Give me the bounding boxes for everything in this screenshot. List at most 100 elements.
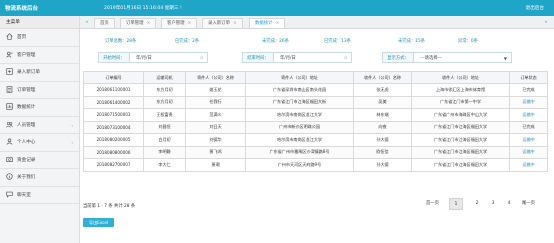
sidebar-item-label: 客户管理 xyxy=(17,52,36,58)
sidebar-item-chat[interactable]: 聊天室 xyxy=(0,187,79,204)
pagination-page-4[interactable]: 4 xyxy=(502,198,516,210)
tab-label: 录入新订单 xyxy=(208,21,230,26)
sidebar-item-label: 资金记录 xyxy=(17,157,36,163)
sender-name-cell: 范满义 xyxy=(185,108,246,122)
receiver-name-cell: 欧伍信 xyxy=(353,145,412,159)
sender-address-cell: 广东省广州市番禺区沙湾镇路8号 xyxy=(245,145,354,159)
sidebar: 主菜单 首页 客户管理 录入新订单 订单管理 数据统计 人员管理 ‹ 个人中心 … xyxy=(0,16,80,243)
sender-address-cell: 哈尔滨市南岗区龙江大学 xyxy=(245,133,354,147)
logout-link[interactable]: 退出后台 xyxy=(526,5,544,11)
sender-name-cell: 刘日天 xyxy=(185,120,246,134)
pagination-page-3[interactable]: 3 xyxy=(486,198,500,210)
tab-close-icon[interactable]: × xyxy=(147,21,151,26)
pagination-first-button[interactable]: 首一页 xyxy=(422,198,443,210)
sender-name-cell: 黄飞鸿 xyxy=(185,145,246,159)
status-cell: 运输中 xyxy=(509,108,548,122)
order-list-icon xyxy=(6,85,13,93)
sender-address-cell: 广州市天河区天府路9号 xyxy=(245,158,354,172)
sidebar-header: 主菜单 xyxy=(0,16,79,29)
order-id-cell: 2018080800006 xyxy=(83,145,144,159)
col-header-status[interactable]: 订单状态 xyxy=(509,71,548,84)
receiver-name-cell: 孙大德 xyxy=(353,133,412,147)
calendar-icon[interactable]: ▫ xyxy=(200,53,203,64)
table-row[interactable]: 2018080800006 李明静 黄飞鸿 广东省广州市番禺区沙湾镇路8号 欧伍… xyxy=(83,145,548,159)
new-order-icon xyxy=(6,68,13,75)
about-icon xyxy=(6,173,13,180)
sidebar-item-home[interactable]: 首页 xyxy=(0,29,79,47)
col-header-order-id[interactable]: 订单编号 xyxy=(83,71,144,84)
tab-customers[interactable]: 客户管理 × xyxy=(161,18,198,28)
sidebar-item-label: 订单管理 xyxy=(17,87,36,93)
sidebar-item-orders[interactable]: 订单管理 xyxy=(0,82,79,99)
col-header-driver[interactable]: 运输司机 xyxy=(143,71,186,84)
tab-scroll-right-button[interactable]: » xyxy=(542,18,550,27)
table-row[interactable]: 2018080200005 白月初 刘德华 哈尔滨市南岗区龙江大学 孙大德 广东… xyxy=(83,133,548,147)
table-row[interactable]: 2018073100004 刘昌恒 刘日天 广州市新沙区明珠公园 向夜 广东省江… xyxy=(83,120,548,134)
pagination-page-1[interactable]: 1 xyxy=(449,198,463,210)
tab-statistics[interactable]: 数据统计 × xyxy=(249,18,286,28)
sidebar-item-new-order[interactable]: 录入新订单 xyxy=(0,64,79,82)
order-id-cell: 2018061100001 xyxy=(83,83,144,97)
order-id-cell: 2018061400002 xyxy=(83,95,144,109)
sidebar-item-profile[interactable]: 个人中心 ‹ xyxy=(0,134,79,152)
tab-close-icon[interactable]: × xyxy=(188,21,192,26)
table-row[interactable]: 2018071500003 王权富贵 范满义 哈尔滨市南岗区龙江大学 林东端 广… xyxy=(83,108,548,122)
orders-table: 订单编号 运输司机 寄件人（公司）名称 寄件人（公司）地址 收件人（公司）名称 … xyxy=(83,71,548,172)
tab-orders[interactable]: 订单管理 × xyxy=(120,18,157,28)
calendar-icon[interactable]: ▫ xyxy=(344,53,347,64)
table-row[interactable]: 2018061100001 东方月初 姚玉花 广东省深圳市南山区南头花园 张无虎… xyxy=(83,83,548,97)
sidebar-item-customers[interactable]: 客户管理 xyxy=(0,47,79,64)
sidebar-item-label: 聊天室 xyxy=(17,192,31,198)
receiver-address-cell: 广东省江门市江海区福田大学 xyxy=(411,133,510,147)
col-header-receiver-name[interactable]: 收件人（公司）名称 xyxy=(353,71,412,84)
table-row[interactable]: 2018082700007 李大仁 萧潮 广州市天河区天府路9号 孙大德 广东省… xyxy=(83,158,548,172)
chevron-left-icon: ‹ xyxy=(71,140,73,145)
sender-address-cell: 广东省江门市江海区福田大街 xyxy=(245,95,354,109)
sidebar-item-label: 人员管理 xyxy=(17,122,36,128)
tab-label: 数据统计 xyxy=(255,21,273,26)
display-mode-label: 显示方式： xyxy=(382,52,414,63)
tab-label: 客户管理 xyxy=(167,21,185,26)
order-id-cell: 2018082700007 xyxy=(83,158,144,172)
table-row[interactable]: 2018061400002 东方月初 任我行 广东省江门市江海区福田大街 吴美 … xyxy=(83,95,548,109)
sidebar-item-statistics[interactable]: 数据统计 xyxy=(0,99,79,117)
sidebar-item-funds[interactable]: 资金记录 xyxy=(0,152,79,169)
start-time-input[interactable]: 年/月/日 ▫ xyxy=(130,52,208,63)
driver-cell: 东方月初 xyxy=(143,83,186,97)
receiver-address-cell: 广东省江门市江海区福田大学 xyxy=(411,158,510,172)
sender-name-cell: 刘德华 xyxy=(185,133,246,147)
summary-not-shipped: 未完成：15条 xyxy=(398,39,425,44)
end-time-input[interactable]: 年/月/日 ▫ xyxy=(274,52,352,63)
status-cell: 运输中 xyxy=(509,95,548,109)
table-header-row: 订单编号 运输司机 寄件人（公司）名称 寄件人（公司）地址 收件人（公司）名称 … xyxy=(83,71,548,84)
tab-close-icon[interactable]: × xyxy=(233,21,237,26)
tab-label: 首页 xyxy=(100,21,109,26)
pagination-last-button[interactable]: 尾一页 xyxy=(518,198,539,210)
sidebar-item-label: 数据统计 xyxy=(17,105,36,110)
sidebar-item-label: 关于我们 xyxy=(17,175,36,180)
driver-cell: 王权富贵 xyxy=(143,108,186,122)
col-header-sender-address[interactable]: 寄件人（公司）地址 xyxy=(245,71,354,84)
export-excel-button[interactable]: 导出Excel xyxy=(83,218,114,227)
tab-scroll-left-button[interactable]: « xyxy=(83,18,91,27)
top-header-bar: 物流系统后台 2019年01月16日 15:16:04 星期三 ! 退出后台 xyxy=(0,0,554,16)
status-cell: 运输中 xyxy=(509,133,548,147)
driver-cell: 李明静 xyxy=(143,145,186,159)
tab-new-order[interactable]: 录入新订单 × xyxy=(202,18,243,28)
col-header-receiver-address[interactable]: 收件人（公司）地址 xyxy=(411,71,510,84)
chevron-left-icon: ‹ xyxy=(71,122,73,128)
summary-abnormal: 异常：0条 xyxy=(458,39,478,44)
tab-close-icon[interactable]: × xyxy=(276,21,280,26)
sidebar-item-about[interactable]: 关于我们 xyxy=(0,169,79,187)
pagination-page-2[interactable]: 2 xyxy=(470,198,484,210)
display-mode-select[interactable]: ---请选择--- ▼ xyxy=(414,52,512,63)
summary-shipped: 已完成：13条 xyxy=(324,39,351,44)
col-header-sender-name[interactable]: 寄件人（公司）名称 xyxy=(185,71,246,84)
sidebar-item-staff[interactable]: 人员管理 ‹ xyxy=(0,117,79,134)
stats-icon xyxy=(6,103,13,110)
user-icon xyxy=(6,138,13,145)
receiver-address-cell: 广东省江门市第一中学 xyxy=(411,95,510,109)
tab-home[interactable]: 首页 xyxy=(94,18,115,28)
sidebar-item-label: 首页 xyxy=(17,35,27,40)
app-title: 物流系统后台 xyxy=(5,6,39,12)
